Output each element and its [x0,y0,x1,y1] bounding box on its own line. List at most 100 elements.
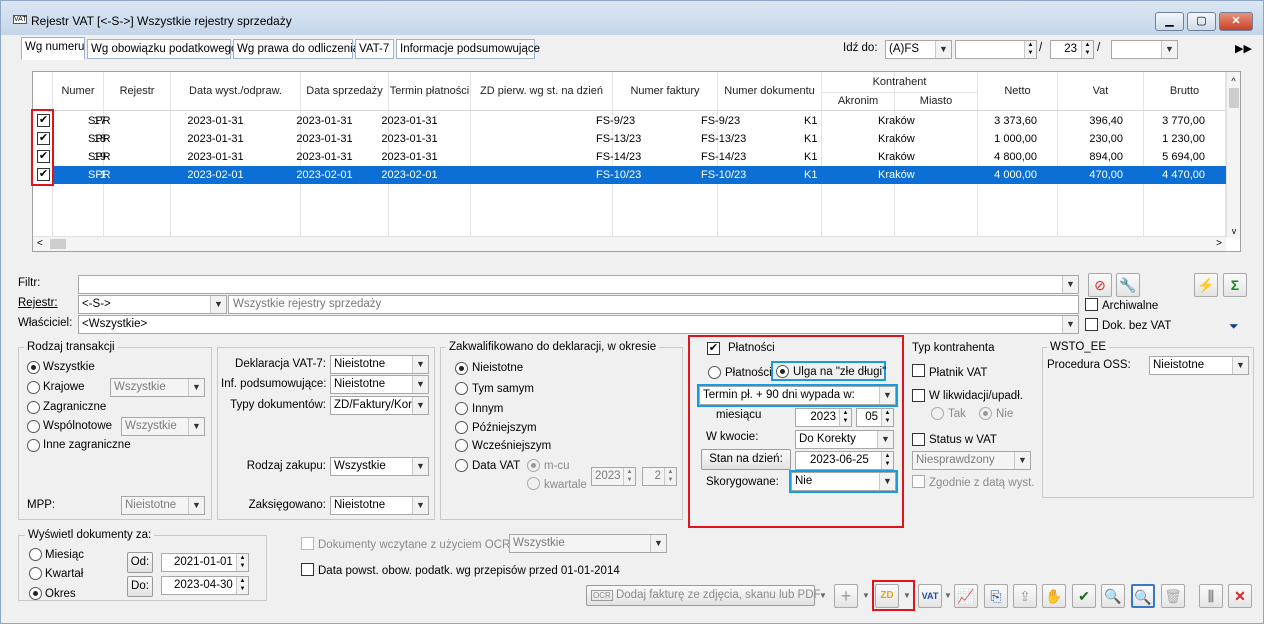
radio-tym-samym[interactable] [455,382,468,395]
archiwalne-checkbox[interactable] [1085,298,1098,311]
header-data-wyst[interactable]: Data wyst./odpraw. [171,85,300,97]
inf-select[interactable]: Nieistotne ▼ [330,375,429,394]
export-icon[interactable]: ⇪ [1013,584,1037,608]
dropdown-arrow-icon[interactable]: ▼ [862,591,870,600]
maximize-button[interactable]: ▢ [1187,12,1216,31]
radio-wczesniejszym[interactable] [455,439,468,452]
tab-vat7[interactable]: VAT-7 [355,39,394,59]
chart-icon[interactable]: 📈 [954,584,978,608]
search-icon[interactable]: 🔍 [1101,584,1125,608]
book-icon[interactable]: ✋ [1042,584,1066,608]
do-date-input[interactable]: 2023-04-30 ▲ ▼ [161,576,249,595]
goto-month-input[interactable]: 23 ▲ ▼ [1050,40,1094,59]
table-row[interactable]: 1 SPR 2023-02-01 2023-02-01 2023-02-01 FS-10/… [53,166,1229,184]
tab-wg-obowiazku[interactable]: Wg obowiązku podatkowego [87,39,237,59]
ocr-checkbox[interactable] [301,537,314,550]
platnosci-checkbox[interactable]: ✔ [707,342,720,355]
header-data-sprzedazy[interactable]: Data sprzedaży [301,85,388,97]
header-zd[interactable]: ZD pierw. wg st. na dzień [471,85,612,97]
table-row[interactable]: 17 SPR 2023-01-31 2023-01-31 2023-01-31 FS-9/… [53,112,1229,130]
status-vat-checkbox[interactable] [912,433,925,446]
oss-select[interactable]: Nieistotne ▼ [1149,356,1249,375]
clear-filter-icon[interactable]: ⊘ [1088,273,1112,297]
vat7-select[interactable]: Nieistotne ▼ [330,355,429,374]
radio-okres[interactable] [29,587,42,600]
stan-na-dzien-button[interactable]: Stan na dzień: [701,449,791,470]
do-button[interactable]: Do: [127,576,153,597]
header-akronim[interactable]: Akronim [822,95,894,107]
zakw-year-input[interactable]: 2023 ▲ ▼ [591,467,636,486]
radio-nie[interactable] [979,407,992,420]
od-date-input[interactable]: 2021-01-01 ▲ ▼ [161,553,249,572]
delete-icon[interactable]: 🗑 [1161,584,1185,608]
sum-icon[interactable]: Σ [1223,273,1247,297]
header-miasto[interactable]: Miasto [895,95,977,107]
w-kwocie-select[interactable]: Do Korekty ▼ [795,430,894,449]
dok-bez-vat-checkbox[interactable] [1085,318,1098,331]
radio-platnosci[interactable] [708,366,721,379]
dropdown-arrow-icon[interactable]: ▼ [819,591,827,600]
radio-kwartal[interactable] [29,567,42,580]
goto-year-select[interactable]: ▼ [1111,40,1178,59]
approve-icon[interactable]: ✔ [1072,584,1096,608]
data-powst-checkbox[interactable] [301,563,314,576]
radio-wszystkie[interactable] [27,361,40,374]
ocr-select[interactable]: Wszystkie ▼ [509,534,667,553]
radio-nieistotne[interactable] [455,362,468,375]
typy-select[interactable]: ZD/Faktury/Kor ▼ [330,396,429,415]
skorygowane-select[interactable]: Nie ▼ [791,472,896,491]
radio-krajowe[interactable] [27,381,40,394]
rejestr-select[interactable]: <-S-> ▼ [78,295,227,314]
goto-series-select[interactable]: (A)FS ▼ [885,40,952,59]
table-row[interactable]: 19 SPR 2023-01-31 2023-01-31 2023-01-31 FS-14… [53,148,1229,166]
radio-inne-zagraniczne[interactable] [27,439,40,452]
spinner-icon[interactable]: ▲ ▼ [881,409,893,426]
spinner-icon[interactable]: ▲ ▼ [236,577,248,594]
table-row[interactable]: 18 SPR 2023-01-31 2023-01-31 2023-01-31 FS-13… [53,130,1229,148]
header-rejestr[interactable]: Rejestr [104,85,170,97]
mpp-select[interactable]: Nieistotne ▼ [121,496,205,515]
spinner-icon[interactable]: ▲ ▼ [623,468,635,485]
header-numer[interactable]: Numer [53,85,103,97]
zakw-month-input[interactable]: 2 ▲ ▼ [642,467,677,486]
header-vat[interactable]: Vat [1058,85,1143,97]
tab-informacje[interactable]: Informacje podsumowujące [396,39,540,59]
goto-number-input[interactable]: ▲ ▼ [955,40,1037,59]
platnik-vat-checkbox[interactable] [912,364,925,377]
header-netto[interactable]: Netto [978,85,1057,97]
radio-innym[interactable] [455,402,468,415]
dropdown-arrow-icon[interactable]: ▼ [944,591,952,600]
vat-document-icon[interactable]: VAT [918,584,942,608]
preview-icon[interactable]: 🔍 [1131,584,1155,608]
radio-zagraniczne[interactable] [27,401,40,414]
spinner-icon[interactable]: ▲ ▼ [236,554,248,571]
expand-filter-icon[interactable]: ⏷ [1229,319,1239,334]
header-numer-faktury[interactable]: Numer faktury [613,85,717,97]
od-button[interactable]: Od: [127,552,153,573]
wlasciciel-select[interactable]: <Wszystkie> ▼ [78,315,1079,334]
spinner-icon[interactable]: ▲ ▼ [1081,41,1093,58]
radio-wspolnotowe[interactable] [27,420,40,433]
refresh-icon[interactable]: ⚡ [1194,273,1218,297]
status-vat-select[interactable]: Niesprawdzony ▼ [912,451,1031,470]
zaks-select[interactable]: Nieistotne ▼ [330,496,429,515]
header-numer-dokumentu[interactable]: Numer dokumentu [718,85,821,97]
platnosci-year-input[interactable]: 2023 ▲ ▼ [795,408,852,427]
radio-tak[interactable] [931,407,944,420]
spinner-icon[interactable]: ▲ ▼ [1024,41,1036,58]
spinner-icon[interactable]: ▲ ▼ [664,468,676,485]
add-icon[interactable]: + [834,584,858,608]
dodaj-fakture-button[interactable]: OCR Dodaj fakturę ze zdjęcia, skanu lub … [586,585,821,606]
horizontal-scrollbar[interactable]: < > [33,236,1226,251]
header-termin[interactable]: Termin płatności [389,85,470,97]
close-button[interactable]: ✕ [1219,12,1253,31]
vertical-scrollbar[interactable]: ^ v [1226,72,1240,238]
termin-select[interactable]: Termin pł. + 90 dni wypada w: ▼ [699,386,896,405]
filtr-input[interactable]: ▼ [78,275,1079,294]
radio-data-vat[interactable] [455,459,468,472]
tab-wg-prawa[interactable]: Wg prawa do odliczenia [233,39,359,59]
radio-mcu[interactable] [527,459,540,472]
fast-forward-icon[interactable]: ▶▶ [1235,42,1252,55]
wspolnotowe-select[interactable]: Wszystkie ▼ [121,417,205,436]
import-icon[interactable]: ⎘ [984,584,1008,608]
